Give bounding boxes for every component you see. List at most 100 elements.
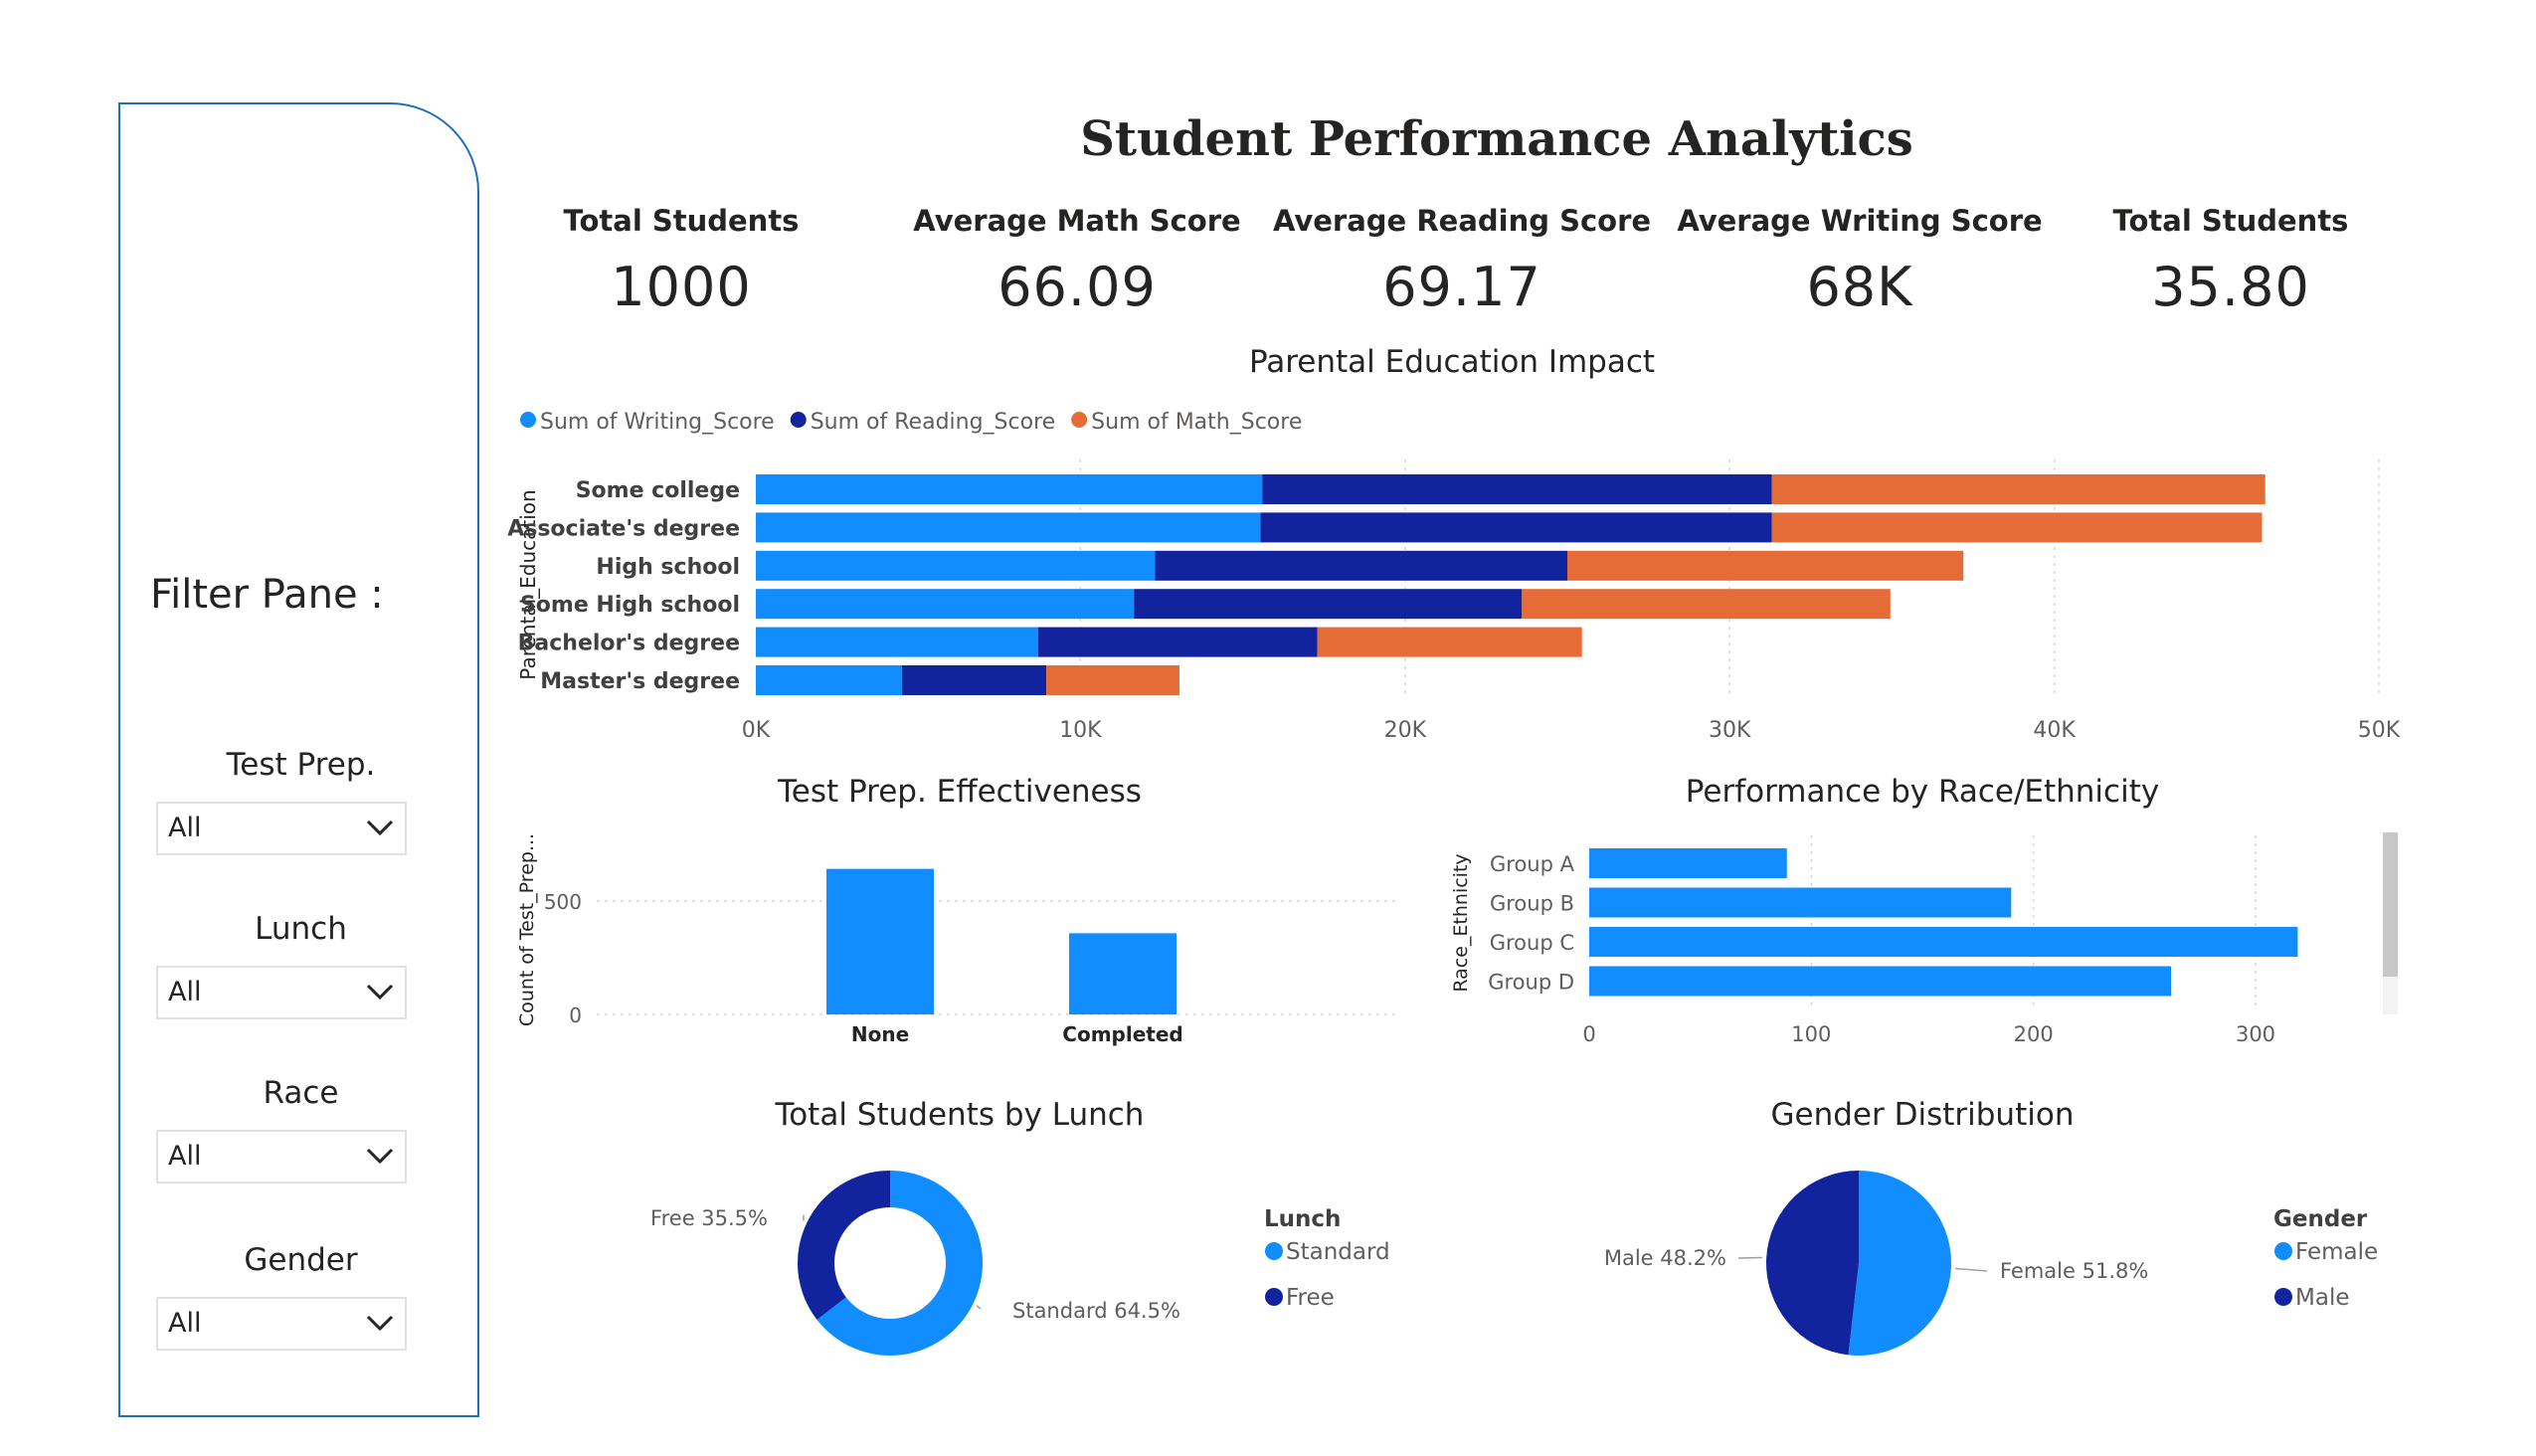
kpi-label: Average Math Score [913,204,1241,238]
category-label: Group B [1490,892,1574,916]
lunch-dropdown[interactable]: All [156,966,407,1019]
y-tick-label: 500 [544,890,582,914]
legend-marker [2274,1288,2292,1306]
data-label: Female 51.8% [2000,1259,2148,1283]
chevron-down-icon [366,1148,394,1165]
bar [1589,848,1787,878]
bar-segment [1262,474,1772,504]
legend-label: Sum of Writing_Score [540,410,775,435]
bar-segment [901,665,1047,695]
bar-segment [756,550,1156,581]
bar-segment [756,665,902,695]
y-axis-title: Count of Test_Prep... [516,833,538,1026]
kpi-card-avg-math: Average Math Score 66.09 [868,204,1286,318]
kpi-value: 69.17 [1382,256,1541,318]
scrollbar-thumb[interactable] [2383,832,2398,977]
category-label: Master's degree [540,669,740,694]
legend-marker [520,412,536,428]
bar-segment [1771,474,2265,504]
category-label: Some college [576,478,740,503]
chart-title-parental-education: Parental Education Impact [1248,344,1656,380]
data-label: Standard 64.5% [1012,1299,1180,1323]
leader-line [1954,1267,1988,1272]
column-bar [826,868,934,1014]
column-bar [1069,933,1177,1014]
legend-marker [790,412,807,428]
category-label: Associate's degree [507,516,740,541]
legend-marker [1265,1288,1283,1306]
kpi-value: 35.80 [2151,256,2310,318]
bar-segment [756,589,1135,620]
bar-segment [1037,627,1318,657]
x-category-label: None [851,1022,909,1046]
chart-title-test-prep: Test Prep. Effectiveness [778,774,1142,810]
x-tick-label: 200 [2014,1022,2054,1046]
category-label: Group A [1490,852,1575,876]
y-axis-title: Race_Ethnicity [1450,853,1472,992]
bar-segment [1522,589,1891,620]
kpi-label: Total Students [563,204,800,238]
legend-label: Sum of Math_Score [1091,410,1302,435]
legend-title: Gender [2273,1206,2368,1232]
kpi-value: 66.09 [997,256,1157,318]
bar-segment [1046,665,1179,695]
gender-dropdown-value: All [168,1308,202,1339]
legend-label: Sum of Reading_Score [811,410,1055,435]
chart-title-lunch: Total Students by Lunch [775,1097,1145,1133]
legend-title: Lunch [1264,1206,1341,1232]
kpi-card-total-students-2: Total Students 35.80 [2022,204,2440,318]
chart-title-race: Performance by Race/Ethnicity [1685,774,2160,810]
x-tick-label: 0 [1582,1022,1595,1046]
chevron-down-icon [366,1315,394,1332]
race-dropdown[interactable]: All [156,1130,407,1183]
kpi-value: 68K [1806,256,1913,318]
x-tick-label: 10K [1059,718,1102,743]
gender-dropdown[interactable]: All [156,1297,407,1351]
bar-segment [756,627,1038,657]
filter-label-test-prep: Test Prep. [226,747,376,783]
pie-slice [816,1171,984,1357]
kpi-label: Average Writing Score [1677,204,2043,238]
bar-segment [1155,550,1567,581]
x-tick-label: 100 [1791,1022,1831,1046]
legend-marker [1071,412,1088,428]
legend-label: Free [1286,1285,1335,1311]
pie-slice [1766,1171,1859,1356]
bar [1589,966,2172,997]
x-tick-label: 40K [2033,718,2076,743]
test-prep-dropdown[interactable]: All [156,802,407,855]
kpi-card-avg-writing: Average Writing Score 68K [1651,204,2069,318]
bar-segment [1317,627,1582,657]
legend-label: Standard [1286,1239,1390,1265]
x-tick-label: 300 [2236,1022,2275,1046]
filter-pane: Filter Pane : Test Prep. All Lunch All R… [118,102,479,1417]
race-dropdown-value: All [168,1141,202,1172]
filter-label-race: Race [263,1075,339,1111]
kpi-card-avg-reading: Average Reading Score 69.17 [1253,204,1671,318]
filter-label-gender: Gender [244,1242,358,1278]
x-tick-label: 30K [1709,718,1751,743]
y-tick-label: 0 [569,1003,582,1027]
x-category-label: Completed [1062,1022,1182,1046]
kpi-card-total-students: Total Students 1000 [472,204,890,318]
bar-segment [1134,589,1523,620]
x-tick-label: 20K [1384,718,1427,743]
scrollbar-track[interactable] [2383,832,2398,1014]
kpi-value: 1000 [611,256,752,318]
x-tick-label: 50K [2358,718,2401,743]
bar [1589,887,2012,918]
filter-label-lunch: Lunch [255,911,347,947]
legend-marker [1265,1242,1283,1260]
chevron-down-icon [366,819,394,836]
leader-line [976,1305,982,1310]
bar-segment [1771,512,2263,543]
legend-marker [2274,1242,2292,1260]
bar-segment [756,512,1261,543]
category-label: High school [596,555,740,580]
kpi-label: Total Students [2112,204,2349,238]
legend-label: Male [2295,1285,2349,1311]
dashboard-title: Student Performance Analytics [1080,111,1913,167]
chart-title-gender: Gender Distribution [1770,1097,2075,1133]
kpi-label: Average Reading Score [1272,204,1652,238]
data-label: Male 48.2% [1604,1246,1726,1270]
